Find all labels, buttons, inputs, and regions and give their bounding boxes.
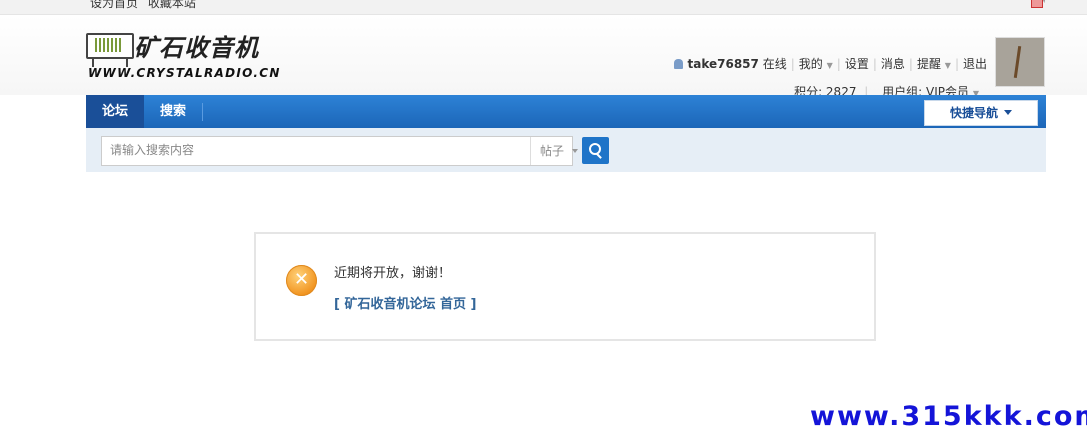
user-icon	[674, 59, 684, 69]
nav-item-forum[interactable]: 论坛	[86, 95, 144, 128]
search-type-select[interactable]: 帖子	[530, 137, 588, 165]
search-field-wrapper: 帖子	[101, 136, 579, 166]
bookmark-link[interactable]: 收藏本站	[148, 0, 196, 10]
user-menu: take76857 在线 | 我的 ▼ | 设置 | 消息 | 提醒 ▼ | 退出	[674, 55, 987, 72]
online-status: 在线	[762, 57, 787, 71]
watermark: www.315kkk.com	[810, 401, 1087, 432]
search-type-label: 帖子	[540, 144, 565, 158]
chevron-down-icon	[572, 149, 579, 153]
radio-logo-icon	[86, 33, 134, 67]
site-logo[interactable]: 矿石收音机 WWW.CRYSTALRADIO.CN	[86, 30, 279, 100]
search-button[interactable]	[582, 137, 609, 164]
top-links: 设为首页 收藏本站	[90, 0, 202, 11]
error-icon: ✕	[286, 265, 317, 296]
nav-divider	[202, 103, 203, 121]
search-bar: 帖子	[86, 128, 1046, 172]
my-menu[interactable]: 我的	[799, 57, 823, 71]
quick-nav-label: 快捷导航	[949, 106, 998, 120]
caret-down-icon	[1004, 110, 1012, 115]
set-homepage-link[interactable]: 设为首页	[90, 0, 138, 10]
messages-link[interactable]: 消息	[881, 57, 905, 71]
nav-item-search[interactable]: 搜索	[144, 95, 202, 128]
main-nav: 论坛 搜索 快捷导航	[86, 95, 1046, 128]
quick-nav-button[interactable]: 快捷导航	[924, 100, 1038, 126]
avatar[interactable]	[995, 37, 1045, 87]
settings-link[interactable]: 设置	[845, 57, 869, 71]
message-text: 近期将开放，谢谢！	[334, 266, 452, 281]
logo-english-text: WWW.CRYSTALRADIO.CN	[88, 66, 281, 80]
search-icon	[589, 143, 601, 155]
flag-icon[interactable]	[1031, 0, 1043, 8]
search-input[interactable]	[102, 137, 518, 163]
logo-chinese-text: 矿石收音机	[134, 33, 259, 62]
forum-home-link[interactable]: [ 矿石收音机论坛 首页 ]	[334, 293, 476, 312]
chevron-down-icon[interactable]: ▼	[945, 61, 951, 70]
header: 矿石收音机 WWW.CRYSTALRADIO.CN take76857 在线 | 我…	[0, 15, 1087, 99]
notifications-link[interactable]: 提醒	[917, 57, 941, 71]
chevron-down-icon[interactable]: ▼	[827, 61, 833, 70]
username-link[interactable]: take76857	[687, 57, 758, 71]
message-box: ✕ 近期将开放，谢谢！ [ 矿石收音机论坛 首页 ]	[254, 232, 876, 341]
top-bar: 设为首页 收藏本站 ⤢	[0, 0, 1087, 15]
logout-link[interactable]: 退出	[963, 57, 987, 71]
